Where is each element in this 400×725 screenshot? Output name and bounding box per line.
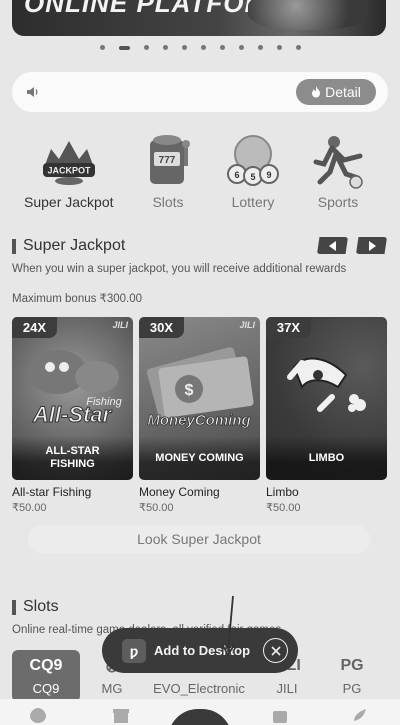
svg-text:777: 777 — [159, 155, 176, 166]
section-marker — [12, 238, 16, 254]
game-card-limbo[interactable]: 37X LIMBO Limbo ₹50.00 — [266, 317, 387, 514]
provider-logo: JILI — [239, 320, 255, 330]
carousel-dot[interactable] — [162, 45, 168, 50]
speaker-icon — [27, 87, 38, 97]
carousel-dot[interactable] — [219, 45, 225, 50]
flame-icon — [312, 86, 321, 98]
provider-label: PG — [342, 680, 362, 696]
provider-logo: JILI — [112, 320, 128, 330]
prev-arrow-button[interactable] — [317, 237, 348, 254]
svg-text:6: 6 — [234, 170, 239, 180]
game-card-money-coming[interactable]: $ MoneyComing 30X JILI MONEY COMING Mone… — [139, 317, 260, 514]
next-arrow-button[interactable] — [356, 237, 387, 254]
section-marker — [12, 599, 16, 615]
game-price: ₹50.00 — [139, 502, 174, 514]
provider-label: CQ9 — [32, 680, 60, 696]
slot-machine-icon: 777 — [136, 132, 200, 190]
sports-player-icon — [306, 132, 370, 190]
game-name: All-star Fishing — [12, 485, 92, 499]
svg-text:JACKPOT: JACKPOT — [47, 166, 91, 176]
category-label: Lottery — [231, 194, 275, 210]
provider-label: EVO_Electronic — [153, 680, 245, 696]
category-slots[interactable]: 777 Slots — [136, 132, 200, 210]
notice-bar: Detail — [12, 72, 388, 112]
look-super-jackpot-button[interactable]: Look Super Jackpot — [28, 525, 370, 553]
svg-text:$: $ — [185, 382, 194, 399]
add-to-desktop-popup[interactable]: ƿ Add to Desktop — [102, 628, 298, 673]
multiplier-badge: 24X — [12, 317, 57, 338]
svg-text:Fishing: Fishing — [86, 396, 122, 408]
slots-header: Slots — [12, 598, 59, 616]
wallet-icon[interactable] — [270, 705, 290, 725]
max-bonus-text: Maximum bonus ₹300.00 — [12, 293, 143, 305]
game-caption: ALL-STAR FISHING — [12, 436, 133, 480]
carousel-dot[interactable] — [143, 45, 149, 50]
multiplier-badge: 30X — [139, 317, 184, 338]
game-name: Money Coming — [139, 485, 220, 499]
game-thumbnail: All-Star Fishing 24X JILI ALL-STAR FISHI… — [12, 317, 133, 480]
chevron-right-icon — [368, 240, 376, 251]
pg-logo: PG — [340, 656, 364, 674]
carousel-dot[interactable] — [295, 45, 301, 50]
bottom-navigation — [0, 699, 400, 725]
category-label: Slots — [152, 194, 184, 210]
section-title: Super Jackpot — [23, 237, 126, 254]
game-thumbnail: $ MoneyComing 30X JILI MONEY COMING — [139, 317, 260, 480]
carousel-dot[interactable] — [238, 45, 244, 50]
provider-tab-cq9[interactable]: CQ9 CQ9 — [12, 650, 80, 702]
jackpot-icon: JACKPOT — [37, 132, 101, 190]
gift-icon[interactable] — [111, 705, 131, 725]
profile-icon[interactable] — [350, 705, 370, 725]
category-label: Super Jackpot — [24, 194, 114, 210]
close-popup-button[interactable] — [263, 638, 288, 663]
category-sports[interactable]: Sports — [306, 132, 370, 210]
home-icon[interactable] — [28, 705, 48, 725]
carousel-dot[interactable] — [181, 45, 187, 50]
game-name: Limbo — [266, 485, 299, 499]
close-icon — [270, 645, 281, 656]
carousel-dot[interactable] — [99, 45, 105, 50]
detail-label: Detail — [325, 84, 361, 100]
carousel-dot[interactable] — [118, 45, 130, 50]
category-row: JACKPOT Super Jackpot 777 Slots 6 5 9 Lo… — [0, 132, 400, 214]
banner-artwork — [248, 0, 368, 30]
chevron-left-icon — [328, 240, 336, 251]
carousel-arrows — [317, 237, 387, 254]
game-caption: MONEY COMING — [139, 436, 260, 480]
jackpot-game-list: All-Star Fishing 24X JILI ALL-STAR FISHI… — [12, 317, 387, 514]
carousel-dot[interactable] — [200, 45, 206, 50]
carousel-dot[interactable] — [276, 45, 282, 50]
category-super-jackpot[interactable]: JACKPOT Super Jackpot — [24, 132, 114, 210]
game-price: ₹50.00 — [12, 502, 47, 514]
category-lottery[interactable]: 6 5 9 Lottery — [221, 132, 285, 210]
app-logo-icon: ƿ — [122, 638, 146, 663]
provider-label: JILI — [276, 680, 298, 696]
cq9-logo: CQ9 — [29, 656, 63, 674]
center-nav-button[interactable] — [168, 709, 232, 725]
multiplier-badge: 37X — [266, 317, 311, 338]
svg-text:MoneyComing: MoneyComing — [147, 412, 250, 429]
carousel-dot[interactable] — [257, 45, 263, 50]
svg-text:9: 9 — [266, 170, 271, 180]
svg-text:5: 5 — [250, 172, 255, 182]
game-price: ₹50.00 — [266, 502, 301, 514]
add-to-desktop-label: Add to Desktop — [154, 643, 251, 658]
game-caption: LIMBO — [266, 436, 387, 480]
super-jackpot-header: Super Jackpot — [12, 237, 125, 255]
category-label: Sports — [317, 194, 359, 210]
super-jackpot-description: When you win a super jackpot, you will r… — [12, 263, 347, 275]
section-title: Slots — [23, 598, 59, 615]
provider-tab-pg[interactable]: PG PG — [320, 650, 384, 702]
lottery-balls-icon: 6 5 9 — [221, 132, 285, 190]
provider-label: MG — [101, 680, 123, 696]
game-thumbnail: 37X LIMBO — [266, 317, 387, 480]
promo-banner[interactable]: ONLINE PLATFORM — [12, 0, 386, 36]
detail-button[interactable]: Detail — [296, 79, 376, 105]
carousel-dots — [0, 45, 400, 50]
game-card-all-star-fishing[interactable]: All-Star Fishing 24X JILI ALL-STAR FISHI… — [12, 317, 133, 514]
